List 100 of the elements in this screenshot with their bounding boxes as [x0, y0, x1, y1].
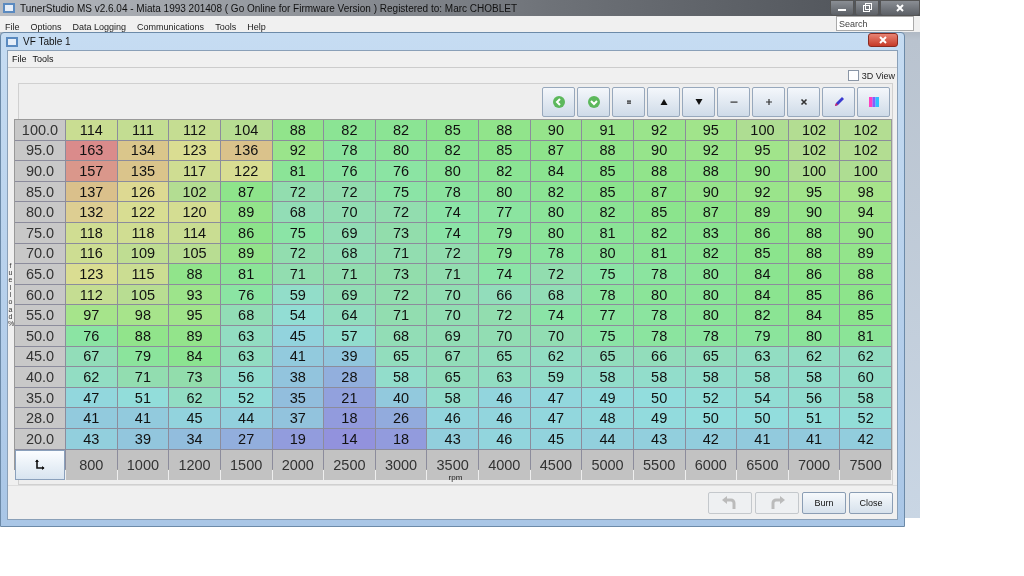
table-cell[interactable]: 43 — [427, 428, 478, 449]
table-cell[interactable]: 112 — [66, 284, 117, 305]
table-cell[interactable]: 79 — [479, 222, 530, 243]
table-cell[interactable]: 81 — [220, 264, 272, 284]
table-cell[interactable]: 52 — [840, 408, 891, 428]
table-cell[interactable]: 132 — [66, 202, 117, 222]
table-cell[interactable]: 67 — [427, 346, 478, 367]
table-cell[interactable]: 81 — [633, 243, 685, 264]
table-cell[interactable]: 76 — [375, 161, 427, 181]
table-cell[interactable]: 88 — [840, 264, 891, 284]
table-cell[interactable]: 41 — [117, 408, 169, 428]
table-cell[interactable]: 136 — [220, 140, 272, 161]
table-cell[interactable]: 68 — [375, 325, 427, 346]
table-cell[interactable]: 82 — [582, 202, 633, 222]
table-cell[interactable]: 68 — [272, 202, 324, 222]
table-cell[interactable]: 78 — [324, 140, 375, 161]
table-cell[interactable]: 80 — [685, 284, 737, 305]
table-cell[interactable]: 82 — [685, 243, 737, 264]
table-cell[interactable]: 89 — [169, 325, 220, 346]
table-cell[interactable]: 95 — [737, 140, 788, 161]
table-cell[interactable]: 58 — [737, 367, 788, 387]
table-cell[interactable]: 105 — [169, 243, 220, 264]
table-cell[interactable]: 81 — [840, 325, 891, 346]
table-cell[interactable]: 46 — [427, 408, 478, 428]
table-cell[interactable]: 58 — [375, 367, 427, 387]
table-cell[interactable]: 74 — [530, 305, 582, 325]
table-cell[interactable]: 46 — [479, 387, 530, 408]
table-cell[interactable]: 116 — [66, 243, 117, 264]
table-cell[interactable]: 60 — [840, 367, 891, 387]
table-cell[interactable]: 65 — [479, 346, 530, 367]
table-cell[interactable]: 80 — [479, 181, 530, 202]
table-cell[interactable]: 68 — [530, 284, 582, 305]
minimize-button[interactable] — [830, 0, 854, 16]
dialog-button[interactable]: Burn — [802, 492, 846, 515]
table-cell[interactable]: 74 — [479, 264, 530, 284]
table-cell[interactable]: 34 — [169, 428, 220, 449]
table-cell[interactable]: 70 — [427, 284, 478, 305]
table-cell[interactable]: 89 — [220, 243, 272, 264]
left-arrow-icon-button[interactable] — [542, 87, 575, 117]
close-button[interactable] — [880, 0, 920, 16]
table-cell[interactable]: 78 — [427, 181, 478, 202]
table-cell[interactable]: 87 — [530, 140, 582, 161]
table-cell[interactable]: 82 — [633, 222, 685, 243]
table-cell[interactable]: 95 — [685, 120, 737, 140]
table-cell[interactable]: 68 — [220, 305, 272, 325]
table-cell[interactable]: 40 — [375, 387, 427, 408]
table-cell[interactable]: 78 — [685, 325, 737, 346]
table-cell[interactable]: 45 — [272, 325, 324, 346]
table-cell[interactable]: 71 — [324, 264, 375, 284]
table-cell[interactable]: 44 — [220, 408, 272, 428]
table-cell[interactable]: 80 — [582, 243, 633, 264]
table-cell[interactable]: 104 — [220, 120, 272, 140]
table-cell[interactable]: 163 — [66, 140, 117, 161]
table-cell[interactable]: 123 — [169, 140, 220, 161]
table-cell[interactable]: 70 — [479, 325, 530, 346]
table-cell[interactable]: 51 — [788, 408, 840, 428]
table-cell[interactable]: 82 — [427, 140, 478, 161]
pencil-icon-button[interactable] — [822, 87, 855, 117]
table-cell[interactable]: 78 — [633, 305, 685, 325]
table-cell[interactable]: 69 — [324, 222, 375, 243]
table-cell[interactable]: 102 — [840, 120, 891, 140]
table-cell[interactable]: 87 — [633, 181, 685, 202]
table-cell[interactable]: 67 — [66, 346, 117, 367]
table-cell[interactable]: 84 — [169, 346, 220, 367]
table-cell[interactable]: 77 — [582, 305, 633, 325]
table-cell[interactable]: 87 — [685, 202, 737, 222]
table-cell[interactable]: 47 — [530, 387, 582, 408]
menu-item[interactable]: Options — [30, 23, 62, 32]
table-cell[interactable]: 91 — [582, 120, 633, 140]
table-cell[interactable]: 114 — [169, 222, 220, 243]
table-cell[interactable]: 62 — [169, 387, 220, 408]
table-cell[interactable]: 46 — [479, 428, 530, 449]
table-cell[interactable]: 45 — [530, 428, 582, 449]
table-cell[interactable]: 82 — [324, 120, 375, 140]
table-cell[interactable]: 82 — [737, 305, 788, 325]
table-cell[interactable]: 80 — [530, 202, 582, 222]
menu-item[interactable]: Data Logging — [72, 23, 127, 32]
table-cell[interactable]: 76 — [324, 161, 375, 181]
table-cell[interactable]: 72 — [272, 243, 324, 264]
table-cell[interactable]: 102 — [169, 181, 220, 202]
menu-item[interactable]: Communications — [137, 23, 205, 32]
table-cell[interactable]: 88 — [633, 161, 685, 181]
table-cell[interactable]: 86 — [737, 222, 788, 243]
table-cell[interactable]: 41 — [737, 428, 788, 449]
table-cell[interactable]: 50 — [685, 408, 737, 428]
table-cell[interactable]: 86 — [840, 284, 891, 305]
table-cell[interactable]: 92 — [633, 120, 685, 140]
table-cell[interactable]: 58 — [427, 387, 478, 408]
table-cell[interactable]: 75 — [582, 325, 633, 346]
table-cell[interactable]: 71 — [375, 243, 427, 264]
table-cell[interactable]: 69 — [324, 284, 375, 305]
minus-icon-button[interactable] — [717, 87, 750, 117]
table-cell[interactable]: 71 — [427, 264, 478, 284]
menu-item[interactable]: File — [12, 54, 27, 64]
plus-icon-button[interactable] — [752, 87, 785, 117]
table-cell[interactable]: 41 — [66, 408, 117, 428]
table-cell[interactable]: 41 — [272, 346, 324, 367]
table-cell[interactable]: 63 — [220, 325, 272, 346]
table-cell[interactable]: 18 — [375, 428, 427, 449]
table-cell[interactable]: 41 — [788, 428, 840, 449]
